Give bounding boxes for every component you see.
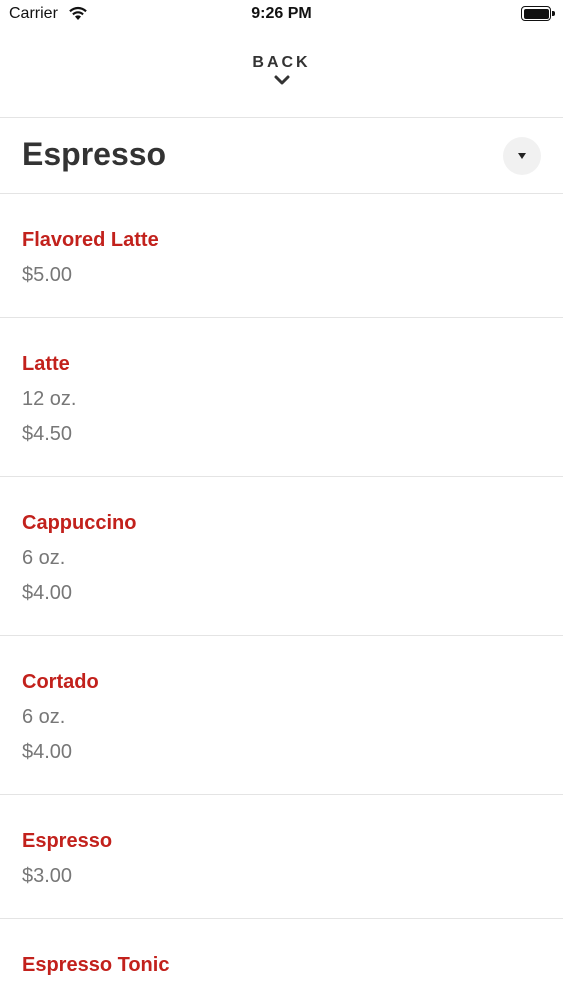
menu-item-price: $4.00 xyxy=(22,741,73,763)
battery-icon xyxy=(521,6,555,21)
menu-item-name: Cappuccino xyxy=(22,512,137,534)
menu-item[interactable]: Cortado 6 oz. $4.00 xyxy=(0,636,563,795)
dropdown-triangle-icon xyxy=(518,153,526,159)
menu-item-size: 6 oz. xyxy=(22,547,66,569)
menu-list: Flavored Latte $5.00 Latte 12 oz. $4.50 Cappu… xyxy=(0,194,563,1000)
menu-item-price: $4.00 xyxy=(22,582,73,604)
menu-item-name: Flavored Latte xyxy=(22,229,159,251)
back-button[interactable]: BACK xyxy=(0,44,563,116)
menu-item[interactable]: Espresso $3.00 xyxy=(0,795,563,919)
menu-item-name: Cortado xyxy=(22,671,99,693)
status-bar: Carrier 9:26 PM xyxy=(0,0,563,30)
category-title: Espresso xyxy=(22,136,167,172)
status-time: 9:26 PM xyxy=(251,5,312,22)
menu-item-name: Espresso Tonic xyxy=(22,954,170,976)
back-label: BACK xyxy=(252,54,311,71)
chevron-down-icon xyxy=(274,75,289,85)
menu-item-price: $3.00 xyxy=(22,865,73,887)
menu-item[interactable]: Flavored Latte $5.00 xyxy=(0,194,563,318)
menu-item-price: $4.50 xyxy=(22,423,73,445)
menu-item[interactable]: Espresso Tonic xyxy=(0,919,563,1000)
menu-item-size: 12 oz. xyxy=(22,388,77,410)
menu-item[interactable]: Cappuccino 6 oz. $4.00 xyxy=(0,477,563,636)
menu-item-name: Latte xyxy=(22,353,70,375)
menu-item-name: Espresso xyxy=(22,830,113,852)
category-header: Espresso xyxy=(0,118,563,194)
menu-item-size: 6 oz. xyxy=(22,706,66,728)
category-dropdown-button[interactable] xyxy=(503,137,541,175)
menu-item[interactable]: Latte 12 oz. $4.50 xyxy=(0,318,563,477)
menu-item-price: $5.00 xyxy=(22,264,73,286)
